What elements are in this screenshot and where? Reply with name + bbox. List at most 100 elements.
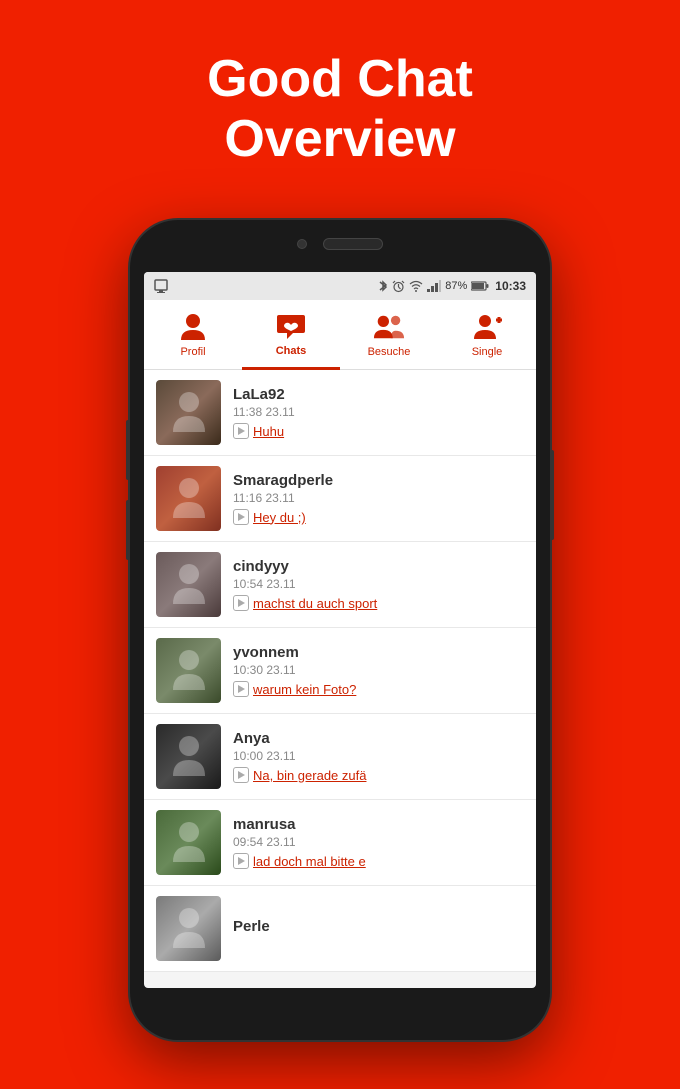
front-camera [297, 239, 307, 249]
chat-avatar [156, 638, 221, 703]
page-title: Good Chat Overview [0, 50, 680, 170]
chat-info: yvonnem 10:30 23.11 warum kein Foto? [233, 644, 524, 697]
tab-chats[interactable]: Chats [242, 300, 340, 370]
chat-message-preview: Huhu [253, 424, 284, 439]
chat-item[interactable]: Smaragdperle 11:16 23.11 Hey du ;) [144, 456, 536, 542]
screen-icon [154, 279, 168, 293]
play-triangle [238, 427, 245, 435]
chat-preview: machst du auch sport [233, 595, 524, 611]
play-triangle [238, 685, 245, 693]
chat-message-preview: lad doch mal bitte e [253, 854, 366, 869]
chat-username: cindyyy [233, 558, 524, 575]
chat-avatar [156, 724, 221, 789]
play-icon [233, 767, 249, 783]
chat-item[interactable]: manrusa 09:54 23.11 lad doch mal bitte e [144, 800, 536, 886]
chat-item[interactable]: yvonnem 10:30 23.11 warum kein Foto? [144, 628, 536, 714]
play-icon [233, 681, 249, 697]
chat-item[interactable]: Anya 10:00 23.11 Na, bin gerade zufä [144, 714, 536, 800]
alarm-icon [392, 280, 405, 293]
chat-item[interactable]: LaLa92 11:38 23.11 Huhu [144, 370, 536, 456]
tab-chats-icon [275, 310, 307, 342]
tab-besuche[interactable]: Besuche [340, 300, 438, 369]
avatar-silhouette [169, 474, 209, 524]
chat-timestamp: 10:30 23.11 [233, 663, 524, 677]
tab-single-icon [471, 311, 503, 343]
chat-username: yvonnem [233, 644, 524, 661]
person-add-icon [472, 312, 502, 342]
avatar-silhouette [169, 560, 209, 610]
tab-single-label: Single [472, 346, 503, 358]
avatar-silhouette [169, 646, 209, 696]
chat-preview: lad doch mal bitte e [233, 853, 524, 869]
battery-icon [471, 280, 489, 292]
tab-chats-label: Chats [276, 345, 307, 357]
play-triangle [238, 857, 245, 865]
bluetooth-icon [378, 279, 388, 293]
play-icon [233, 853, 249, 869]
battery-pct: 87% [445, 280, 467, 292]
phone-device: 87% 10:33 [130, 220, 550, 1040]
play-icon [233, 423, 249, 439]
chat-username: Anya [233, 730, 524, 747]
chat-preview: Na, bin gerade zufä [233, 767, 524, 783]
chat-preview: Hey du ;) [233, 509, 524, 525]
play-icon [233, 595, 249, 611]
volume-up-button [126, 420, 130, 480]
power-button [550, 450, 554, 540]
chat-message-preview: Hey du ;) [253, 510, 306, 525]
avatar-silhouette [169, 904, 209, 954]
tab-besuche-icon [373, 311, 405, 343]
chat-timestamp: 10:00 23.11 [233, 749, 524, 763]
tab-profil[interactable]: Profil [144, 300, 242, 369]
chat-timestamp: 11:16 23.11 [233, 491, 524, 505]
play-triangle [238, 513, 245, 521]
status-left-icons [154, 279, 168, 293]
chat-avatar [156, 552, 221, 617]
status-right-info: 87% 10:33 [378, 279, 526, 293]
chat-info: manrusa 09:54 23.11 lad doch mal bitte e [233, 816, 524, 869]
tab-profil-icon [177, 311, 209, 343]
chat-message-preview: Na, bin gerade zufä [253, 768, 366, 783]
status-bar: 87% 10:33 [144, 272, 536, 300]
chat-info: Smaragdperle 11:16 23.11 Hey du ;) [233, 472, 524, 525]
time-display: 10:33 [495, 279, 526, 293]
phone-top-bar [297, 238, 383, 250]
wifi-icon [409, 280, 423, 292]
tab-profil-label: Profil [180, 346, 205, 358]
avatar-silhouette [169, 818, 209, 868]
signal-icon [427, 280, 441, 292]
chat-message-preview: machst du auch sport [253, 596, 377, 611]
avatar-silhouette [169, 732, 209, 782]
play-icon [233, 509, 249, 525]
chat-list: LaLa92 11:38 23.11 Huhu Smaragdperle [144, 370, 536, 972]
chat-info: LaLa92 11:38 23.11 Huhu [233, 386, 524, 439]
chat-avatar [156, 810, 221, 875]
chat-preview: Huhu [233, 423, 524, 439]
chat-avatar [156, 896, 221, 961]
phone-screen: 87% 10:33 [144, 272, 536, 988]
play-triangle [238, 599, 245, 607]
chat-message-preview: warum kein Foto? [253, 682, 356, 697]
chat-info: Anya 10:00 23.11 Na, bin gerade zufä [233, 730, 524, 783]
chat-preview: warum kein Foto? [233, 681, 524, 697]
chat-info: Perle [233, 918, 524, 939]
chat-username: Perle [233, 918, 524, 935]
avatar-silhouette [169, 388, 209, 438]
phone-shell: 87% 10:33 [130, 220, 550, 1040]
chat-timestamp: 10:54 23.11 [233, 577, 524, 591]
group-icon [373, 312, 405, 342]
phone-speaker [323, 238, 383, 250]
tab-single[interactable]: Single [438, 300, 536, 369]
chat-item[interactable]: Perle [144, 886, 536, 972]
play-triangle [238, 771, 245, 779]
person-icon [179, 312, 207, 342]
chat-heart-icon [275, 311, 307, 341]
volume-down-button [126, 500, 130, 560]
chat-username: manrusa [233, 816, 524, 833]
chat-timestamp: 11:38 23.11 [233, 405, 524, 419]
chat-item[interactable]: cindyyy 10:54 23.11 machst du auch sport [144, 542, 536, 628]
tab-besuche-label: Besuche [368, 346, 411, 358]
chat-info: cindyyy 10:54 23.11 machst du auch sport [233, 558, 524, 611]
chat-username: LaLa92 [233, 386, 524, 403]
chat-avatar [156, 466, 221, 531]
